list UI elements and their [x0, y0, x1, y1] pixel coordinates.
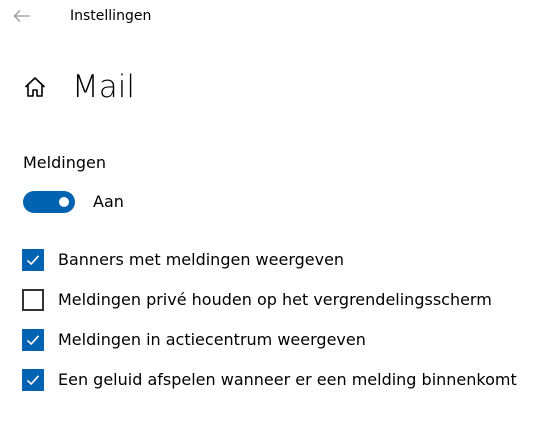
notifications-section-label: Meldingen [23, 153, 106, 172]
option-label: Banners met meldingen weergeven [58, 250, 345, 269]
option-private-lockscreen[interactable]: Meldingen privé houden op het vergrendel… [22, 287, 492, 313]
checkbox-play-sound[interactable] [22, 369, 44, 391]
checkbox-show-banners[interactable] [22, 249, 44, 271]
notifications-toggle-row: Aan [23, 190, 124, 214]
checkmark-icon [26, 375, 40, 386]
settings-window: Instellingen Mail Meldingen Aan Banners … [0, 0, 559, 426]
option-label: Een geluid afspelen wanneer er een meldi… [58, 370, 517, 389]
page-title: Mail [72, 69, 135, 105]
notifications-toggle[interactable] [23, 191, 75, 213]
back-button[interactable] [8, 4, 36, 28]
option-label: Meldingen privé houden op het vergrendel… [58, 290, 492, 309]
page-header: Mail [22, 62, 135, 112]
back-arrow-icon [13, 10, 30, 22]
checkbox-action-center[interactable] [22, 329, 44, 351]
checkmark-icon [26, 255, 40, 266]
toggle-state-label: Aan [93, 192, 124, 211]
option-action-center[interactable]: Meldingen in actiecentrum weergeven [22, 327, 366, 353]
app-title: Instellingen [70, 8, 152, 24]
option-label: Meldingen in actiecentrum weergeven [58, 330, 366, 349]
toggle-knob [59, 197, 69, 207]
checkmark-icon [26, 335, 40, 346]
option-play-sound[interactable]: Een geluid afspelen wanneer er een meldi… [22, 367, 517, 393]
home-icon[interactable] [22, 74, 48, 100]
title-bar: Instellingen [0, 0, 559, 32]
checkbox-private-lockscreen[interactable] [22, 289, 44, 311]
option-show-banners[interactable]: Banners met meldingen weergeven [22, 247, 344, 273]
